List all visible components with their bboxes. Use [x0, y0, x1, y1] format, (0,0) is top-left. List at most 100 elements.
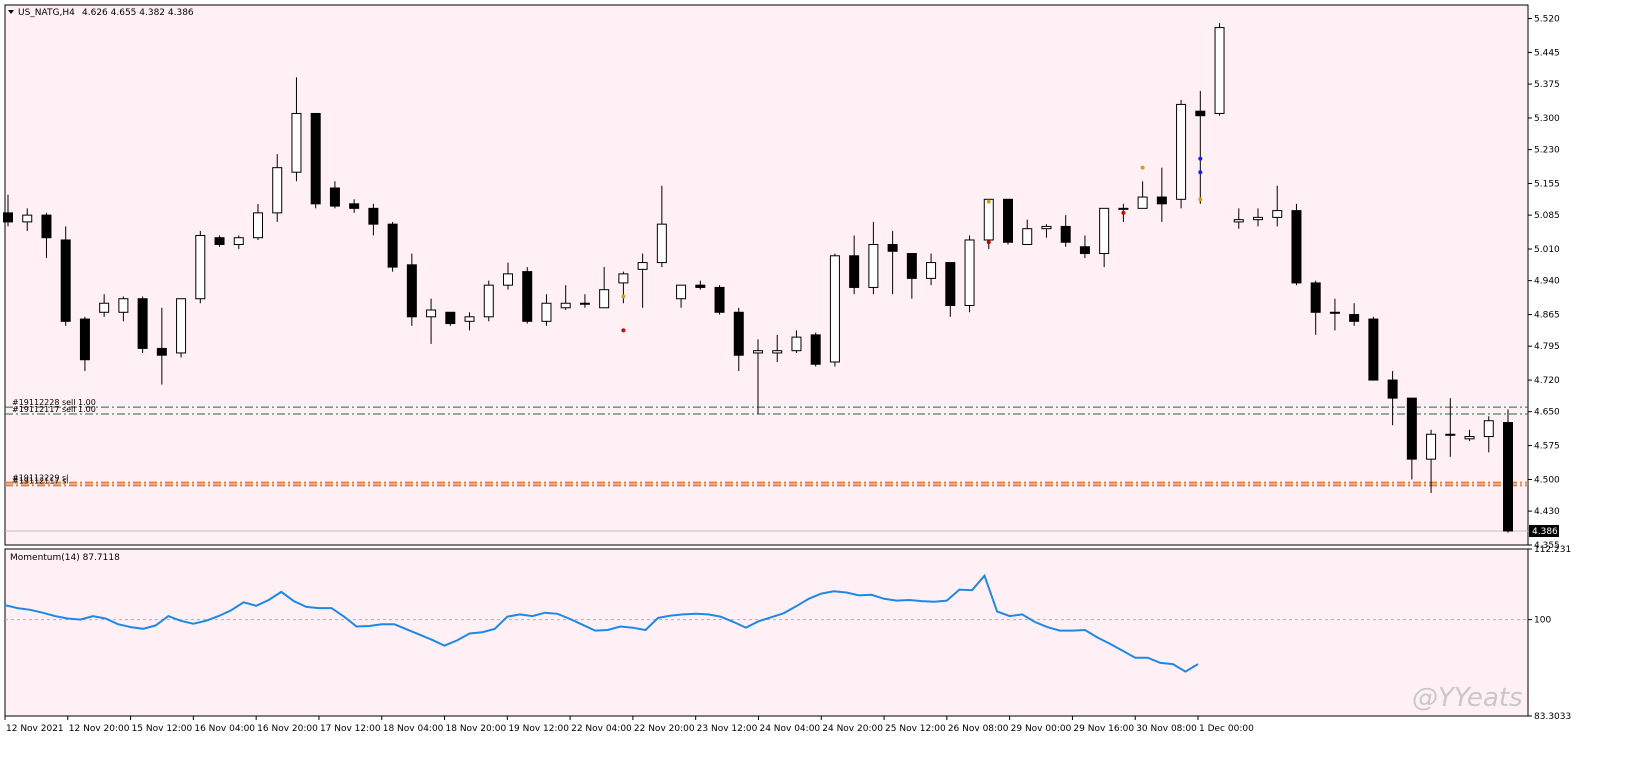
bear-candle[interactable]: [733, 311, 744, 356]
bull-candle[interactable]: [772, 350, 783, 354]
bull-candle[interactable]: [1253, 216, 1263, 221]
bull-candle[interactable]: [1272, 210, 1283, 218]
bull-candle[interactable]: [1176, 103, 1187, 200]
bull-candle[interactable]: [1233, 219, 1244, 223]
bear-candle[interactable]: [887, 243, 898, 252]
bear-candle[interactable]: [41, 214, 52, 239]
bear-candle[interactable]: [1195, 110, 1206, 117]
bull-candle[interactable]: [637, 262, 648, 270]
bear-candle[interactable]: [810, 334, 821, 365]
trade-marker[interactable]: [1198, 156, 1203, 161]
bull-candle[interactable]: [868, 243, 879, 288]
bull-candle[interactable]: [272, 167, 283, 214]
bull-candle[interactable]: [560, 302, 571, 309]
bull-candle[interactable]: [483, 284, 494, 318]
bull-candle[interactable]: [253, 212, 263, 239]
bull-candle[interactable]: [1445, 433, 1456, 436]
trade-marker[interactable]: [1140, 165, 1145, 170]
bull-candle[interactable]: [195, 234, 206, 300]
bull-candle[interactable]: [753, 350, 763, 354]
trade-marker[interactable]: [1198, 197, 1203, 202]
bull-candle[interactable]: [829, 255, 840, 363]
trade-marker[interactable]: [986, 240, 991, 245]
trade-marker[interactable]: [986, 199, 991, 204]
bull-candle[interactable]: [1426, 433, 1437, 460]
price-axis-label: 4.865: [1534, 311, 1560, 321]
time-axis-label: 16 Nov 04:00: [194, 724, 255, 734]
bull-candle[interactable]: [676, 284, 687, 300]
price-axis-label: 4.575: [1534, 442, 1560, 452]
bear-candle[interactable]: [368, 207, 379, 225]
bear-candle[interactable]: [695, 284, 706, 288]
bear-candle[interactable]: [1079, 246, 1090, 255]
bull-candle[interactable]: [1137, 196, 1148, 209]
bear-candle[interactable]: [1003, 198, 1013, 243]
bull-candle[interactable]: [118, 298, 129, 313]
bear-candle[interactable]: [387, 223, 398, 268]
bull-candle[interactable]: [233, 237, 244, 245]
bear-candle[interactable]: [79, 318, 90, 361]
bear-candle[interactable]: [310, 112, 321, 205]
bear-candle[interactable]: [1156, 196, 1167, 205]
bull-candle[interactable]: [656, 223, 667, 264]
bull-candle[interactable]: [599, 289, 610, 309]
bull-candle[interactable]: [983, 198, 994, 241]
bull-candle[interactable]: [99, 302, 110, 313]
bear-candle[interactable]: [214, 237, 225, 245]
bear-candle[interactable]: [445, 311, 456, 325]
bull-candle[interactable]: [1483, 420, 1494, 438]
bear-candle[interactable]: [156, 347, 167, 356]
bear-candle[interactable]: [1310, 282, 1321, 313]
bull-candle[interactable]: [1099, 207, 1110, 255]
bull-candle[interactable]: [1118, 207, 1129, 210]
bear-candle[interactable]: [522, 271, 533, 322]
time-axis-label: 12 Nov 20:00: [69, 724, 130, 734]
bull-candle[interactable]: [618, 273, 629, 284]
momentum-axis-label: 100: [1534, 616, 1551, 626]
bull-candle[interactable]: [1464, 436, 1475, 440]
time-axis-label: 17 Nov 12:00: [320, 724, 381, 734]
price-axis-label: 4.795: [1534, 342, 1560, 352]
bear-candle[interactable]: [1291, 210, 1302, 284]
bull-candle[interactable]: [464, 316, 475, 322]
bull-candle[interactable]: [926, 262, 937, 279]
bull-candle[interactable]: [22, 214, 33, 223]
price-chart-svg[interactable]: 5.520 5.445 5.375 5.300 5.230 5.155 5.085 5.010…: [0, 0, 1637, 773]
bull-candle[interactable]: [1329, 311, 1340, 314]
price-axis-label: 5.445: [1534, 48, 1560, 58]
time-axis-label: 29 Nov 16:00: [1073, 724, 1134, 734]
bear-candle[interactable]: [1368, 318, 1379, 381]
bear-candle[interactable]: [137, 298, 148, 349]
bear-candle[interactable]: [349, 203, 360, 209]
bull-candle[interactable]: [791, 336, 802, 352]
bear-candle[interactable]: [406, 264, 417, 318]
bull-candle[interactable]: [541, 302, 552, 322]
bear-candle[interactable]: [849, 255, 860, 288]
bull-candle[interactable]: [1214, 27, 1225, 114]
trade-marker[interactable]: [621, 328, 626, 333]
bear-candle[interactable]: [1406, 397, 1417, 460]
bear-candle[interactable]: [3, 212, 13, 223]
bear-candle[interactable]: [906, 253, 917, 279]
trade-marker[interactable]: [621, 294, 626, 299]
bear-candle[interactable]: [1060, 225, 1071, 243]
bull-candle[interactable]: [1041, 225, 1052, 230]
time-axis-label: 19 Nov 12:00: [508, 724, 569, 734]
bull-candle[interactable]: [503, 273, 513, 286]
bull-candle[interactable]: [291, 112, 302, 173]
bear-candle[interactable]: [60, 239, 71, 322]
bear-candle[interactable]: [1349, 314, 1360, 322]
bear-candle[interactable]: [329, 187, 340, 207]
bear-candle[interactable]: [945, 262, 956, 307]
trade-marker[interactable]: [1198, 170, 1203, 175]
bear-candle[interactable]: [1387, 379, 1398, 399]
bull-candle[interactable]: [1022, 228, 1033, 245]
bull-candle[interactable]: [426, 309, 437, 318]
price-axis-label: 4.650: [1534, 408, 1560, 418]
bull-candle[interactable]: [579, 302, 590, 305]
bull-candle[interactable]: [176, 298, 187, 354]
bull-candle[interactable]: [964, 239, 975, 307]
bear-candle[interactable]: [714, 286, 725, 313]
bear-candle[interactable]: [1503, 422, 1513, 532]
trade-marker[interactable]: [1121, 210, 1126, 215]
